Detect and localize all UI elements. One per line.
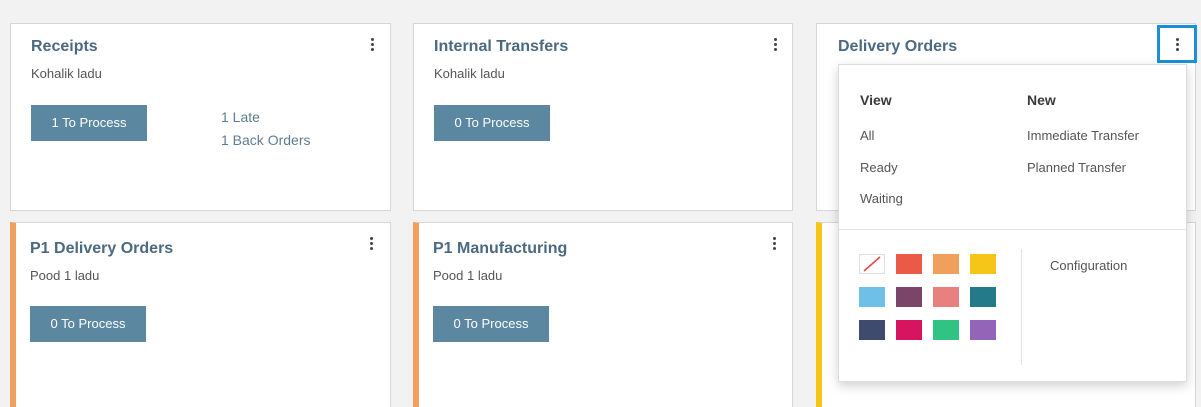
color-config-divider	[1021, 249, 1022, 365]
color-swatch[interactable]	[933, 254, 959, 274]
color-swatch[interactable]	[970, 320, 996, 340]
no-color-slash-icon	[863, 256, 881, 272]
p1-delivery-orders-title[interactable]: P1 Delivery Orders	[30, 240, 173, 258]
receipts-warehouse: Kohalik ladu	[31, 66, 102, 81]
color-swatch[interactable]	[933, 287, 959, 307]
color-swatch[interactable]	[859, 320, 885, 340]
p1-delivery-orders-warehouse: Pood 1 ladu	[30, 268, 100, 283]
color-swatch[interactable]	[970, 287, 996, 307]
p1-manufacturing-card[interactable]: P1 Manufacturing Pood 1 ladu 0 To Proces…	[413, 222, 793, 407]
delivery-orders-title[interactable]: Delivery Orders	[838, 38, 957, 56]
planned-transfer-link[interactable]: Planned Transfer	[1027, 160, 1126, 175]
color-picker	[839, 65, 1019, 381]
color-swatch-none-icon[interactable]	[859, 254, 885, 274]
p1-manufacturing-title[interactable]: P1 Manufacturing	[433, 240, 567, 258]
receipts-card[interactable]: Receipts Kohalik ladu 1 To Process 1 Lat…	[10, 23, 391, 211]
color-swatch[interactable]	[970, 254, 996, 274]
p1-delivery-orders-process-button[interactable]: 0 To Process	[30, 306, 146, 342]
internal-transfers-process-button[interactable]: 0 To Process	[434, 105, 550, 141]
p1-manufacturing-warehouse: Pood 1 ladu	[433, 268, 503, 283]
new-heading: New	[1027, 92, 1056, 108]
color-swatch[interactable]	[896, 320, 922, 340]
immediate-transfer-link[interactable]: Immediate Transfer	[1027, 128, 1139, 143]
internal-transfers-menu-icon[interactable]	[769, 36, 781, 52]
delivery-orders-menu-icon[interactable]	[1171, 36, 1183, 52]
receipts-back-orders-link[interactable]: 1 Back Orders	[221, 132, 310, 148]
receipts-menu-icon[interactable]	[366, 36, 378, 52]
color-swatch[interactable]	[859, 287, 885, 307]
receipts-late-link[interactable]: 1 Late	[221, 109, 260, 125]
receipts-process-button[interactable]: 1 To Process	[31, 105, 147, 141]
color-swatch[interactable]	[896, 287, 922, 307]
p1-delivery-orders-card[interactable]: P1 Delivery Orders Pood 1 ladu 0 To Proc…	[10, 222, 391, 407]
receipts-title[interactable]: Receipts	[31, 38, 98, 56]
color-swatch[interactable]	[933, 320, 959, 340]
p1-manufacturing-process-button[interactable]: 0 To Process	[433, 306, 549, 342]
internal-transfers-title[interactable]: Internal Transfers	[434, 38, 568, 56]
internal-transfers-warehouse: Kohalik ladu	[434, 66, 505, 81]
configuration-link[interactable]: Configuration	[1050, 258, 1127, 273]
p1-delivery-orders-menu-icon[interactable]	[365, 235, 377, 251]
internal-transfers-card[interactable]: Internal Transfers Kohalik ladu 0 To Pro…	[413, 23, 793, 211]
p1-manufacturing-menu-icon[interactable]	[768, 235, 780, 251]
color-swatch[interactable]	[896, 254, 922, 274]
delivery-orders-dropdown: View All Ready Waiting New Immediate Tra…	[838, 64, 1187, 382]
